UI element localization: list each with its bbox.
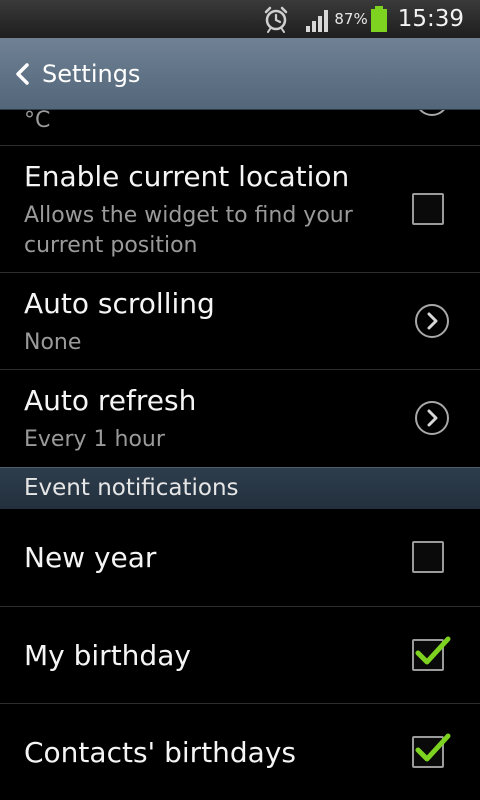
checkmark-icon xyxy=(415,636,451,665)
auto-refresh-title: Auto refresh xyxy=(24,384,197,417)
new-year-title: New year xyxy=(24,541,157,574)
new-year-checkbox[interactable] xyxy=(412,541,444,573)
auto-scrolling-chevron-icon[interactable] xyxy=(415,304,449,338)
temperature-unit-value: °C xyxy=(24,108,51,133)
signal-icon xyxy=(306,10,329,32)
battery-percent: 87% xyxy=(334,10,368,28)
auto-refresh-row[interactable]: Auto refresh Every 1 hour xyxy=(0,370,480,467)
location-subtitle-line1: Allows the widget to find your xyxy=(24,203,353,228)
new-year-row[interactable]: New year xyxy=(0,509,480,607)
contacts-birthdays-checkbox[interactable] xyxy=(412,733,451,768)
action-bar-title[interactable]: Settings xyxy=(42,60,140,88)
action-bar: Settings xyxy=(0,38,480,110)
back-chevron-icon[interactable] xyxy=(12,61,34,87)
section-header-event-notifications: Event notifications xyxy=(0,467,480,509)
alarm-icon xyxy=(265,6,288,33)
screen: °C Enable current location Allows the wi… xyxy=(0,0,480,800)
my-birthday-title: My birthday xyxy=(24,639,191,672)
location-row[interactable]: Enable current location Allows the widge… xyxy=(0,146,480,273)
auto-refresh-value: Every 1 hour xyxy=(24,427,165,452)
battery-icon xyxy=(370,6,387,32)
checkmark-icon xyxy=(415,733,451,762)
status-bar: 87% 15:39 xyxy=(0,0,480,38)
contacts-birthdays-title: Contacts' birthdays xyxy=(24,736,297,769)
auto-scrolling-title: Auto scrolling xyxy=(24,287,215,320)
location-subtitle-line2: current position xyxy=(24,233,198,258)
contacts-birthdays-row[interactable]: Contacts' birthdays xyxy=(0,704,480,800)
auto-refresh-chevron-icon[interactable] xyxy=(415,401,449,435)
my-birthday-row[interactable]: My birthday xyxy=(0,607,480,704)
location-checkbox[interactable] xyxy=(412,193,444,225)
clock: 15:39 xyxy=(397,6,464,32)
auto-scrolling-value: None xyxy=(24,330,82,355)
auto-scrolling-row[interactable]: Auto scrolling None xyxy=(0,273,480,370)
location-title: Enable current location xyxy=(24,160,350,193)
section-header-label: Event notifications xyxy=(24,475,239,501)
my-birthday-checkbox[interactable] xyxy=(412,636,451,671)
